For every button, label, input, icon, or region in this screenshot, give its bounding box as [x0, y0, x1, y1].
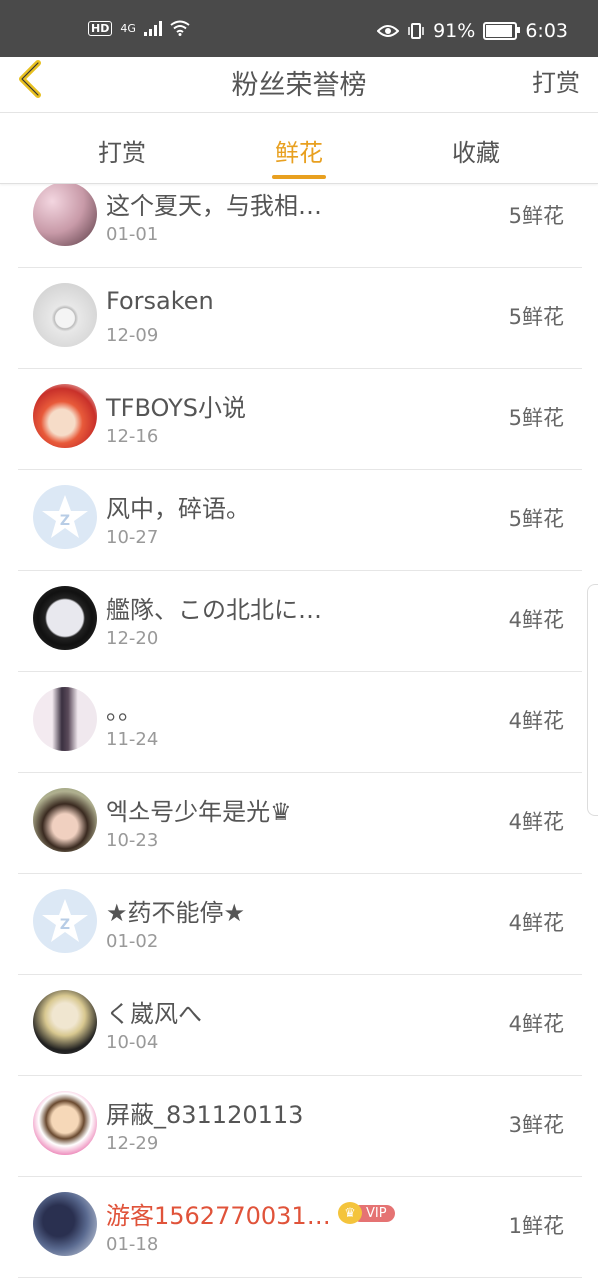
user-name: Forsaken: [106, 287, 214, 315]
list-item[interactable]: く崴风へ 10-04 4鲜花: [18, 974, 582, 1076]
user-name: 风中，碎语。: [106, 495, 250, 523]
wifi-icon: [170, 20, 190, 36]
user-name: 。。: [106, 697, 142, 725]
date: 01-18: [106, 1234, 159, 1255]
flower-count: 4鲜花: [508, 608, 564, 632]
list-item[interactable]: 엑소号少年是光♛ 10-23 4鲜花: [18, 772, 582, 874]
active-tab-indicator: [272, 175, 326, 179]
user-name: 这个夏天，与我相…: [106, 192, 322, 220]
status-bar: HD 4G 91% 6:03: [0, 0, 598, 57]
date: 01-02: [106, 931, 159, 952]
battery-icon: [483, 22, 521, 40]
user-name: く崴风へ: [106, 1000, 202, 1028]
date: 10-23: [106, 830, 159, 851]
tab-favorites[interactable]: 收藏: [416, 133, 536, 168]
signal-icon: [143, 20, 162, 36]
date: 12-29: [106, 1133, 159, 1154]
date: 12-20: [106, 628, 159, 649]
user-name: TFBOYS小说: [106, 394, 246, 422]
list-item[interactable]: Forsaken 12-09 5鲜花: [18, 267, 582, 369]
vibrate-icon: [408, 23, 424, 39]
date: 10-27: [106, 527, 159, 548]
user-name: 游客1562770031…: [106, 1202, 331, 1230]
reward-button[interactable]: 打赏: [532, 63, 580, 98]
tab-label: 收藏: [452, 139, 500, 167]
flower-count: 1鲜花: [508, 1214, 564, 1238]
list-item[interactable]: Z 风中，碎语。 10-27 5鲜花: [18, 469, 582, 571]
avatar[interactable]: [33, 990, 97, 1054]
avatar[interactable]: Z: [33, 485, 97, 549]
hd-indicator: HD: [88, 20, 113, 36]
user-name: 엑소号少年是光♛: [106, 798, 292, 826]
date: 11-24: [106, 729, 159, 750]
svg-text:Z: Z: [60, 917, 70, 933]
date: 12-16: [106, 426, 159, 447]
list-item[interactable]: Z ★药不能停★ 01-02 4鲜花: [18, 873, 582, 975]
default-avatar-icon: Z: [42, 495, 88, 538]
list-item[interactable]: 这个夏天，与我相… 01-01 5鲜花: [18, 184, 582, 268]
default-avatar-icon: Z: [42, 899, 88, 942]
flower-count: 4鲜花: [508, 709, 564, 733]
scroll-indicator[interactable]: [587, 584, 598, 816]
flower-count: 3鲜花: [508, 1113, 564, 1137]
user-name: 屏蔽_831120113: [106, 1101, 304, 1129]
title-bar: 粉丝荣誉榜 打赏: [0, 57, 598, 113]
eye-icon: [377, 25, 400, 37]
page-title: 粉丝荣誉榜: [231, 70, 367, 101]
list-item[interactable]: 游客1562770031… ♛ VIP 01-18 1鲜花: [18, 1176, 582, 1278]
list-item[interactable]: 屏蔽_831120113 12-29 3鲜花: [18, 1075, 582, 1177]
flower-count: 5鲜花: [508, 406, 564, 430]
user-name: 艦隊、この北北に…: [106, 596, 322, 624]
list-item[interactable]: TFBOYS小说 12-16 5鲜花: [18, 368, 582, 470]
network-type: 4G: [120, 21, 136, 35]
date: 01-01: [106, 224, 159, 245]
avatar[interactable]: [33, 1192, 97, 1256]
date: 10-04: [106, 1032, 159, 1053]
avatar[interactable]: [33, 687, 97, 751]
flower-count: 5鲜花: [508, 507, 564, 531]
crown-icon: ♛: [338, 1202, 362, 1224]
battery-percent: 91%: [433, 20, 476, 42]
flower-count: 4鲜花: [508, 1012, 564, 1036]
tab-label: 鲜花: [275, 139, 323, 167]
tab-label: 打赏: [98, 139, 146, 167]
svg-text:Z: Z: [60, 513, 70, 529]
flower-count: 5鲜花: [508, 204, 564, 228]
list-item[interactable]: 艦隊、この北北に… 12-20 4鲜花: [18, 570, 582, 672]
avatar[interactable]: [33, 283, 97, 347]
tab-bar: 打赏 鲜花 收藏: [0, 113, 598, 184]
flower-count: 5鲜花: [508, 305, 564, 329]
avatar[interactable]: [33, 384, 97, 448]
vip-badge: ♛ VIP: [338, 1202, 395, 1224]
flower-count: 4鲜花: [508, 911, 564, 935]
clock: 6:03: [525, 20, 568, 42]
list-item[interactable]: 。。 11-24 4鲜花: [18, 671, 582, 773]
tab-flowers[interactable]: 鲜花: [239, 133, 359, 179]
flower-count: 4鲜花: [508, 810, 564, 834]
fan-list[interactable]: 这个夏天，与我相… 01-01 5鲜花 Forsaken 12-09 5鲜花 T…: [0, 184, 598, 1280]
avatar[interactable]: [33, 586, 97, 650]
avatar[interactable]: Z: [33, 889, 97, 953]
date: 12-09: [106, 325, 159, 346]
avatar[interactable]: [33, 788, 97, 852]
avatar[interactable]: [33, 184, 97, 246]
tab-reward[interactable]: 打赏: [62, 133, 182, 168]
avatar[interactable]: [33, 1091, 97, 1155]
user-name: ★药不能停★: [106, 899, 246, 927]
